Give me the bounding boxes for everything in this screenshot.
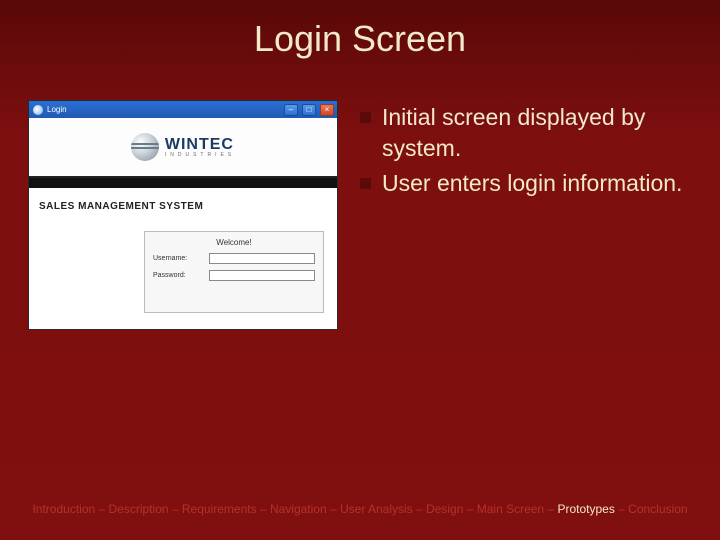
breadcrumb-separator: –: [169, 502, 182, 516]
breadcrumb-item: Conclusion: [628, 502, 687, 516]
content-area: Login – □ × WINTEC INDUSTRIES SALES MANA…: [28, 100, 692, 330]
logo-band: WINTEC INDUSTRIES: [29, 118, 337, 178]
slide-title: Login Screen: [0, 18, 720, 60]
bullet-list: Initial screen displayed by system. User…: [360, 100, 692, 330]
welcome-text: Welcome!: [153, 238, 315, 247]
breadcrumb-item: Main Screen: [477, 502, 544, 516]
breadcrumb-item: Introduction: [32, 502, 95, 516]
app-icon: [33, 105, 43, 115]
breadcrumb-separator: –: [327, 502, 340, 516]
bullet-item: User enters login information.: [360, 168, 692, 199]
breadcrumb-separator: –: [463, 502, 476, 516]
breadcrumb-item: Navigation: [270, 502, 327, 516]
breadcrumb: Introduction – Description – Requirement…: [0, 502, 720, 516]
login-form: Welcome! Username: Password:: [144, 231, 324, 313]
system-label: SALES MANAGEMENT SYSTEM: [39, 201, 203, 212]
password-label: Password:: [153, 272, 203, 279]
username-label: Username:: [153, 255, 203, 262]
minimize-button[interactable]: –: [284, 104, 298, 116]
window-titlebar: Login – □ ×: [29, 101, 337, 118]
username-field[interactable]: [209, 253, 315, 264]
login-screenshot: Login – □ × WINTEC INDUSTRIES SALES MANA…: [28, 100, 338, 330]
breadcrumb-separator: –: [95, 502, 108, 516]
breadcrumb-item: User Analysis: [340, 502, 413, 516]
globe-icon: [131, 133, 159, 161]
breadcrumb-separator: –: [615, 502, 628, 516]
bullet-item: Initial screen displayed by system.: [360, 102, 692, 164]
window-title: Login: [47, 105, 280, 114]
breadcrumb-item: Prototypes: [557, 502, 614, 516]
breadcrumb-separator: –: [413, 502, 426, 516]
breadcrumb-separator: –: [257, 502, 270, 516]
divider-strip: [29, 178, 337, 188]
password-field[interactable]: [209, 270, 315, 281]
breadcrumb-item: Design: [426, 502, 463, 516]
breadcrumb-item: Description: [109, 502, 169, 516]
breadcrumb-item: Requirements: [182, 502, 257, 516]
breadcrumb-separator: –: [544, 502, 557, 516]
logo-name: WINTEC: [165, 137, 235, 153]
close-button[interactable]: ×: [320, 104, 334, 116]
logo-subtitle: INDUSTRIES: [165, 153, 235, 158]
maximize-button[interactable]: □: [302, 104, 316, 116]
